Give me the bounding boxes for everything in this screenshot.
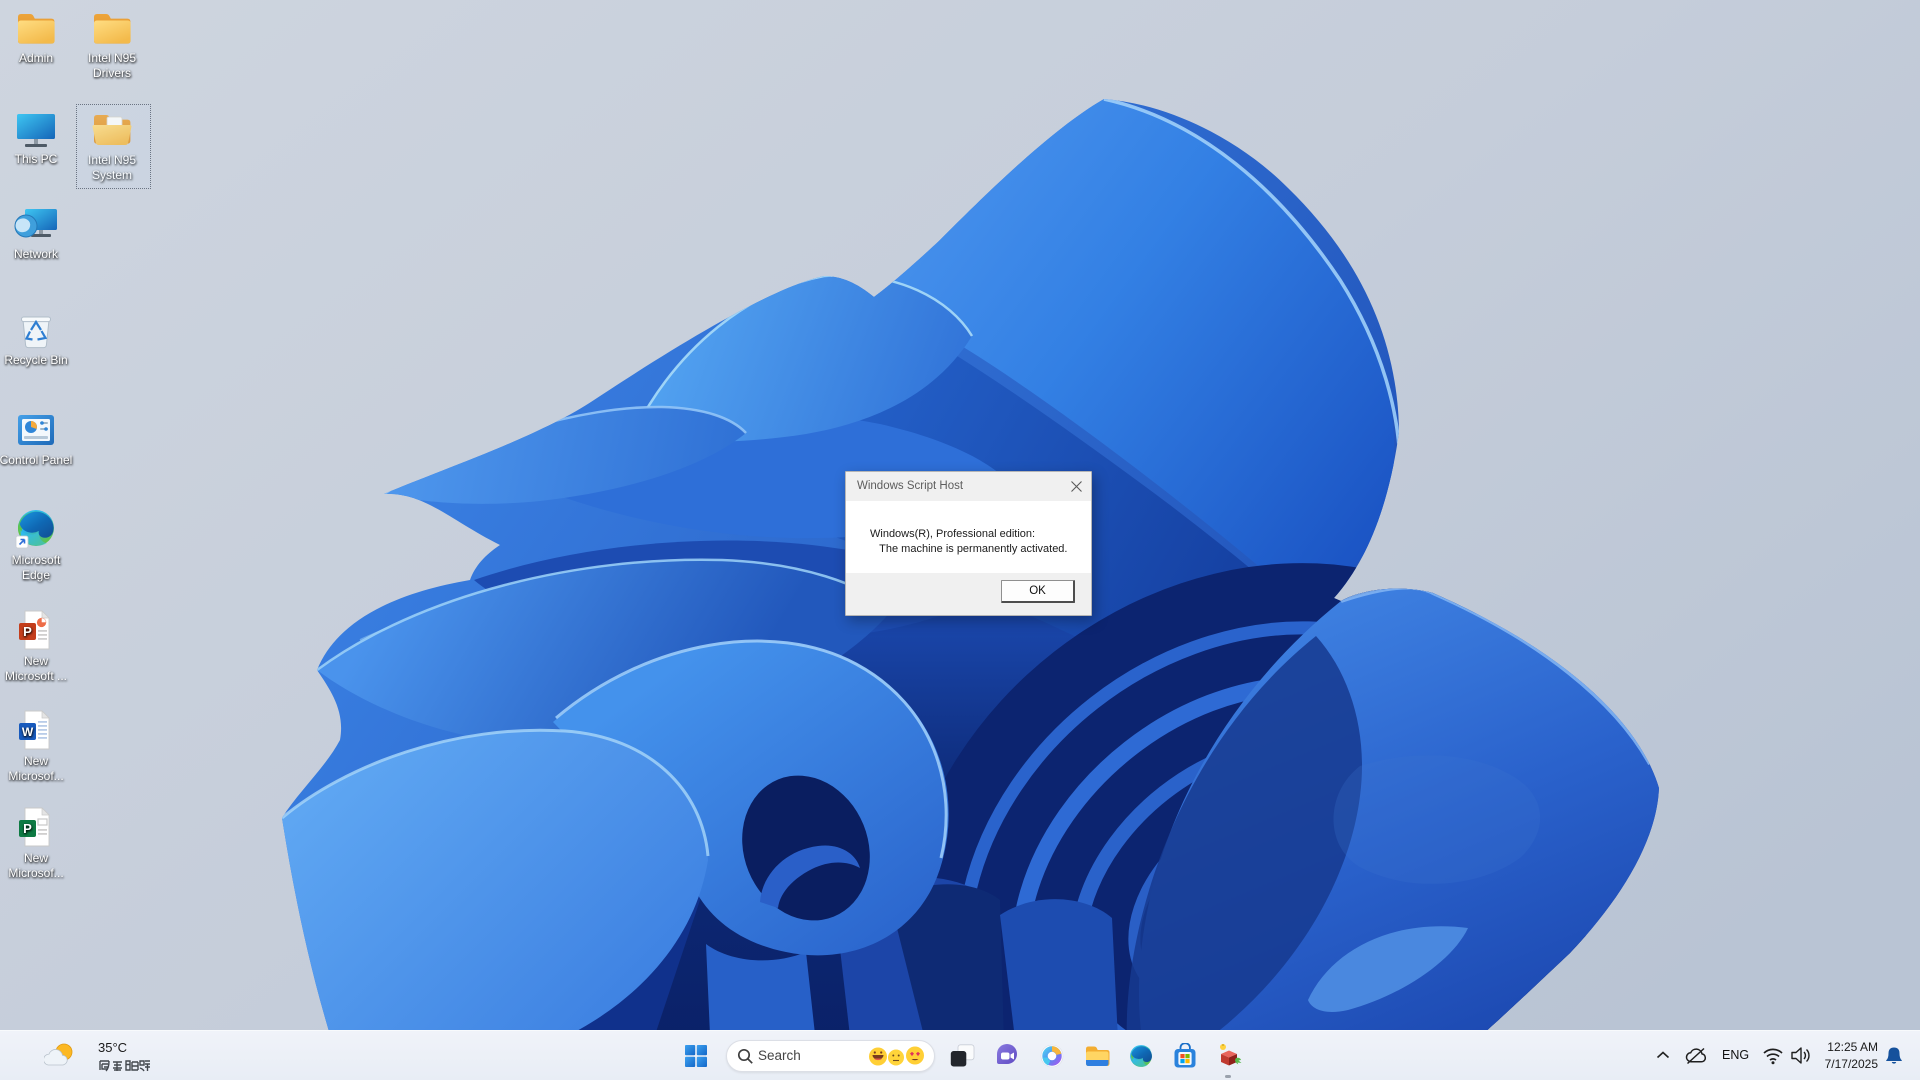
svg-text:P: P [23, 624, 32, 639]
svg-text:W: W [22, 725, 34, 739]
svg-text:P: P [23, 821, 32, 836]
